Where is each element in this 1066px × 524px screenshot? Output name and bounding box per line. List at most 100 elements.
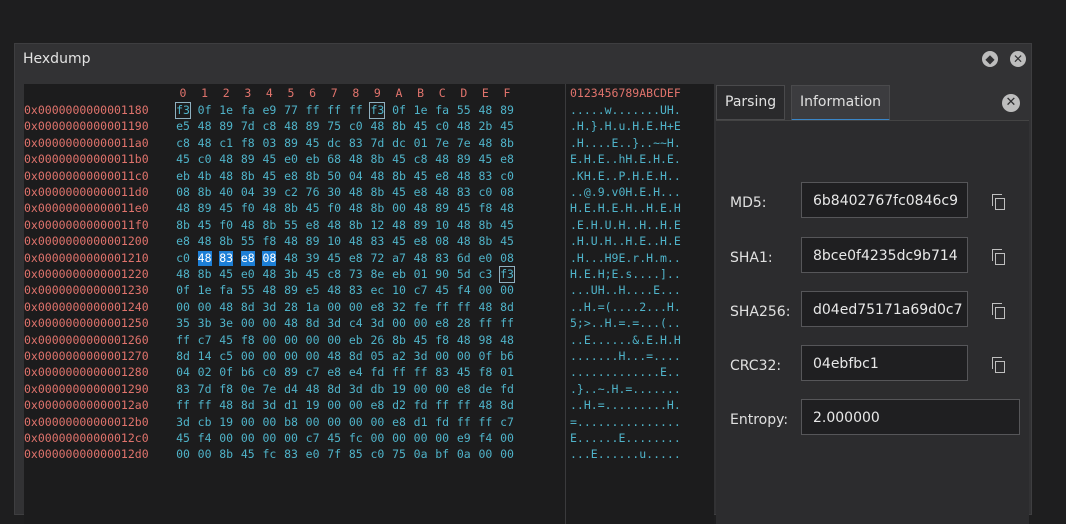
hex-byte[interactable]: 00 [327,415,341,430]
hex-byte[interactable]: 0f [219,365,233,380]
hex-byte[interactable]: ff [176,398,190,413]
hex-byte[interactable]: ff [306,103,320,118]
hex-byte[interactable]: 00 [198,300,212,315]
hex-byte[interactable]: 48 [457,119,471,134]
hex-byte[interactable]: 3d [176,415,190,430]
hex-byte[interactable]: 48 [241,218,255,233]
hex-byte[interactable]: ff [457,300,471,315]
hex-byte[interactable]: 26 [370,333,384,348]
hex-byte[interactable]: d2 [392,398,406,413]
hex-byte[interactable]: 8b [370,201,384,216]
hex-byte[interactable]: 0a [414,447,428,462]
hex-byte[interactable]: 75 [392,447,406,462]
hex-byte[interactable]: 0f [478,349,492,364]
hex-byte[interactable]: 45 [262,169,276,184]
hex-byte[interactable]: 28 [284,300,298,315]
hex-byte[interactable]: fa [435,103,449,118]
hex-byte[interactable]: 45 [414,119,428,134]
hex-byte[interactable]: 72 [370,251,384,266]
hex-byte[interactable]: 03 [262,136,276,151]
hex-byte[interactable]: 19 [392,382,406,397]
hex-byte[interactable]: 04 [349,169,363,184]
hex-byte[interactable]: 00 [262,415,276,430]
tab-parsing[interactable]: Parsing [716,85,786,120]
hex-byte[interactable]: 5d [457,267,471,282]
hex-byte[interactable]: 7d [198,382,212,397]
hex-byte[interactable]: e5 [306,283,320,298]
hex-byte[interactable]: a7 [392,251,406,266]
hex-byte[interactable]: 48 [306,382,320,397]
hex-byte[interactable]: 48 [198,234,212,249]
hex-byte[interactable]: c0 [176,251,190,266]
hex-byte[interactable]: d1 [414,415,428,430]
hex-byte[interactable]: 3d [262,398,276,413]
hex-byte[interactable]: f0 [219,218,233,233]
hex-byte[interactable]: 45 [198,218,212,233]
hex-byte[interactable]: 32 [392,300,406,315]
hex-byte[interactable]: 48 [219,300,233,315]
hex-byte[interactable]: eb [306,152,320,167]
hex-byte[interactable]: c8 [414,152,428,167]
hex-byte[interactable]: 89 [284,283,298,298]
hex-byte[interactable]: 3b [284,267,298,282]
hex-byte[interactable]: 00 [176,447,190,462]
hex-byte[interactable]: 00 [392,316,406,331]
hex-byte[interactable]: 45 [176,152,190,167]
hex-byte[interactable]: 45 [457,365,471,380]
hex-byte[interactable]: 45 [435,283,449,298]
hex-byte[interactable]: ff [349,103,363,118]
hex-byte[interactable]: 02 [198,365,212,380]
hex-byte[interactable]: fd [500,382,514,397]
hex-byte[interactable]: ff [327,103,341,118]
hex-byte[interactable]: 45 [327,431,341,446]
hex-byte[interactable]: 85 [349,447,363,462]
hex-byte[interactable]: 55 [284,218,298,233]
hex-byte[interactable]: f8 [478,365,492,380]
hex-byte[interactable]: 48 [349,185,363,200]
float-icon[interactable]: ◆ [982,51,998,67]
hex-byte[interactable]: 83 [349,283,363,298]
hex-byte[interactable]: 3d [414,349,428,364]
hex-byte[interactable]: 48 [457,234,471,249]
hex-byte[interactable]: 89 [414,218,428,233]
hex-byte[interactable]: 48 [219,398,233,413]
hex-byte[interactable]: f8 [219,382,233,397]
copy-icon[interactable] [992,194,1006,210]
hex-byte[interactable]: 00 [198,447,212,462]
hex-byte[interactable]: 68 [327,152,341,167]
hex-byte[interactable]: 1e [219,103,233,118]
hex-byte[interactable]: 8b [219,447,233,462]
hex-byte[interactable]: 8b [306,169,320,184]
hex-byte[interactable]: 45 [392,185,406,200]
hex-byte[interactable]: 00 [500,283,514,298]
hex-byte[interactable]: 89 [306,234,320,249]
hex-byte[interactable]: 48 [349,152,363,167]
hex-byte[interactable]: 8d [306,316,320,331]
hex-byte[interactable]: e0 [306,447,320,462]
hex-byte[interactable]: 75 [327,119,341,134]
hex-byte[interactable]: 8b [262,218,276,233]
hex-byte[interactable]: a2 [392,349,406,364]
hex-byte[interactable]: f8 [478,201,492,216]
hex-byte[interactable]: 48 [435,185,449,200]
hex-byte[interactable]: f4 [198,431,212,446]
hex-byte[interactable]: 00 [262,333,276,348]
hex-byte[interactable]: 48 [284,119,298,134]
hex-byte[interactable]: 00 [349,300,363,315]
hex-byte[interactable]: 48 [478,136,492,151]
hex-byte[interactable]: 0f [392,103,406,118]
hex-byte[interactable]: 00 [457,349,471,364]
hex-byte[interactable]: 8d [327,382,341,397]
hex-byte[interactable]: 14 [198,349,212,364]
hex-byte[interactable]: 48 [219,152,233,167]
hex-byte[interactable]: 48 [478,398,492,413]
hex-byte[interactable]: b8 [284,415,298,430]
hex-byte[interactable]: 45 [392,152,406,167]
hex-byte[interactable]: 00 [414,431,428,446]
hex-byte[interactable]: 00 [392,431,406,446]
hex-byte[interactable]: 8b [198,267,212,282]
hex-byte[interactable]: c4 [349,316,363,331]
sha256-field[interactable]: d04ed75171a69d0c7 [801,291,968,327]
hex-byte[interactable]: 00 [478,283,492,298]
hex-byte[interactable]: ff [414,365,428,380]
